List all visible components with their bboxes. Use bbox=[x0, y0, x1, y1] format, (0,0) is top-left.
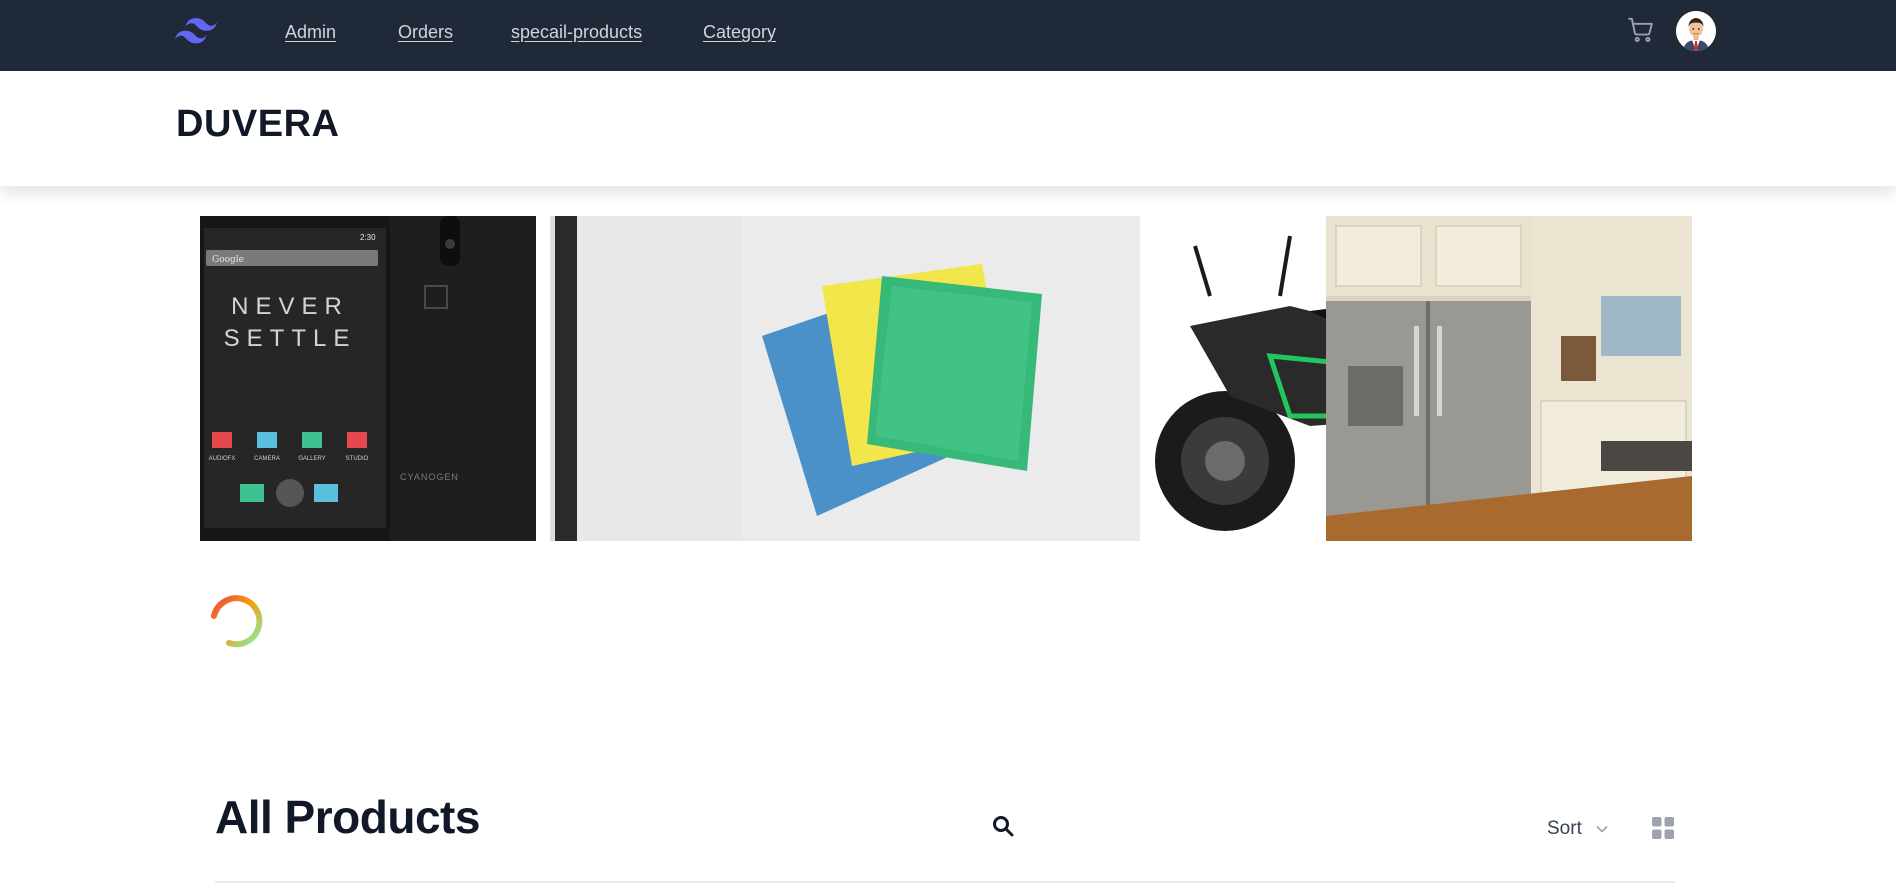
search-icon[interactable] bbox=[991, 814, 1015, 838]
phone-app-label: STUDIO bbox=[346, 456, 369, 462]
top-navbar: Admin Orders specail-products Category bbox=[0, 0, 1896, 71]
microfiber-cloths-image[interactable] bbox=[742, 216, 1140, 541]
cart-icon[interactable] bbox=[1626, 15, 1656, 45]
brand-title: DUVERA bbox=[176, 103, 340, 145]
phone-headline-2: SETTLE bbox=[224, 325, 357, 352]
product-carousel: Google 2:30 NEVER SETTLE AUDIOFX CAMERA … bbox=[200, 216, 1692, 541]
grid-view-icon[interactable] bbox=[1652, 817, 1674, 839]
sort-button[interactable]: Sort bbox=[1547, 818, 1609, 840]
nav-link-orders[interactable]: Orders bbox=[398, 22, 453, 43]
products-title: All Products bbox=[215, 791, 480, 843]
smartphone-image[interactable]: Google 2:30 NEVER SETTLE AUDIOFX CAMERA … bbox=[200, 216, 742, 541]
phone-app-label: AUDIOFX bbox=[209, 456, 236, 462]
phone-app-label: CAMERA bbox=[254, 456, 280, 462]
brand-header: DUVERA bbox=[0, 71, 1896, 186]
user-avatar-icon[interactable] bbox=[1676, 11, 1716, 51]
phone-back-brand: CYANOGEN bbox=[400, 472, 459, 482]
sort-label: Sort bbox=[1547, 818, 1582, 839]
chevron-down-icon bbox=[1596, 826, 1608, 833]
tailwind-logo-icon[interactable] bbox=[175, 16, 217, 46]
nav-link-special-products[interactable]: specail-products bbox=[511, 22, 642, 43]
phone-search-text: Google bbox=[212, 255, 244, 265]
nav-link-category[interactable]: Category bbox=[703, 22, 776, 43]
products-divider bbox=[215, 881, 1675, 883]
phone-headline-1: NEVER bbox=[231, 293, 349, 320]
loading-spinner-icon bbox=[211, 595, 263, 648]
refrigerator-image[interactable] bbox=[1326, 216, 1692, 541]
phone-app-label: GALLERY bbox=[298, 456, 326, 462]
phone-status-time: 2:30 bbox=[360, 233, 376, 242]
nav-link-admin[interactable]: Admin bbox=[285, 22, 336, 43]
